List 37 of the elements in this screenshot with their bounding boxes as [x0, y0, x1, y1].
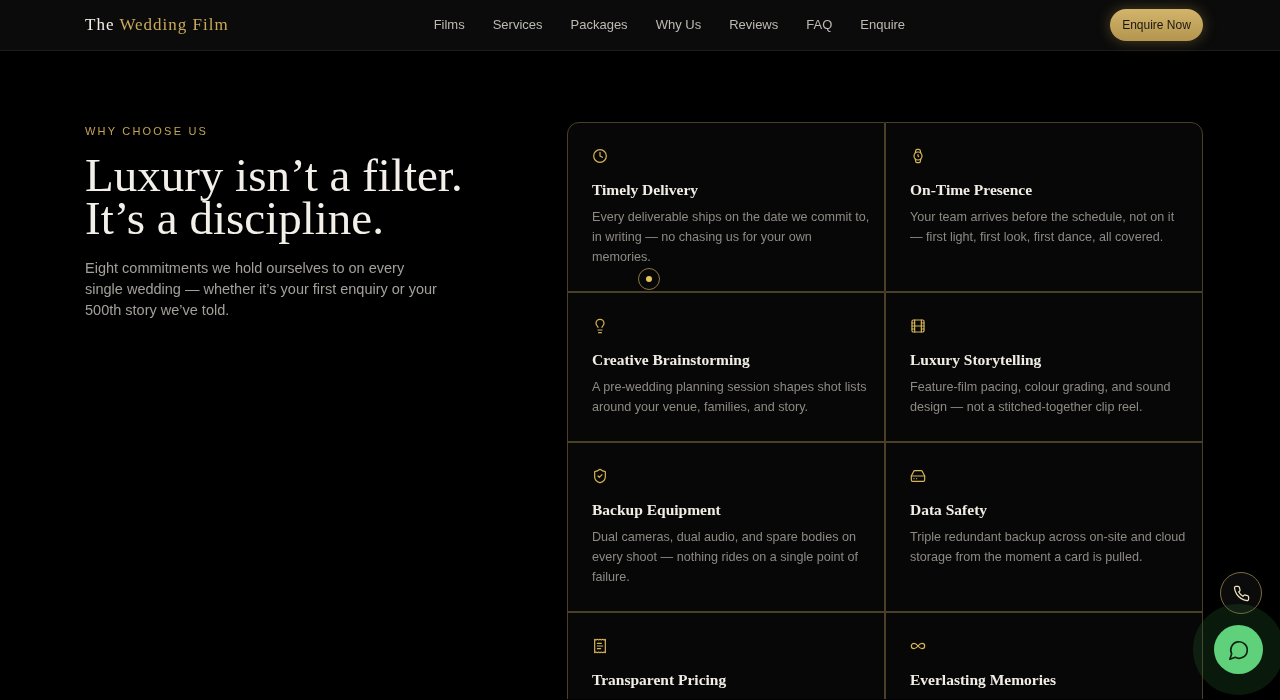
feature-description: Dual cameras, dual audio, and spare bodies on every shoot — nothing rides on a single point of failure. — [592, 529, 860, 586]
hard-drive-icon — [910, 468, 926, 484]
feature-title: Transparent Pricing — [592, 670, 728, 690]
feature-title: Creative Brainstorming — [592, 350, 751, 370]
phone-button[interactable] — [1220, 572, 1262, 614]
receipt-icon — [592, 638, 608, 654]
section-eyebrow: WHY CHOOSE US — [85, 124, 209, 138]
feature-description: Your team arrives before the schedule, not on it — first light, first look, first dance, all covered. — [910, 209, 1176, 246]
feature-title: Luxury Storytelling — [910, 350, 1043, 370]
feature-description: Every deliverable ships on the date we commit to, in writing — no chasing us for your own memories. — [592, 209, 870, 266]
feature-title: Data Safety — [910, 500, 989, 520]
nav-link[interactable]: Why Us — [655, 15, 702, 35]
feature-description: A pre-wedding planning session shapes shot lists around your venue, families, and story. — [592, 379, 868, 416]
feature-description: Feature-film pacing, colour grading, and sound design — not a stitched-together clip reel. — [910, 379, 1172, 416]
chat-bubble-icon — [1227, 638, 1250, 661]
nav-link[interactable]: Services — [492, 15, 543, 35]
clock-icon — [592, 148, 608, 164]
feature-description: Triple redundant backup across on-site and cloud storage from the moment a card is pulled. — [910, 529, 1187, 566]
nav-link[interactable]: Enquire — [860, 15, 906, 35]
chat-button[interactable] — [1214, 625, 1263, 674]
feature-title: Backup Equipment — [592, 500, 722, 520]
enquire-now-button[interactable]: Enquire Now — [1110, 9, 1203, 41]
feature-title: Timely Delivery — [592, 180, 700, 200]
lightbulb-icon — [592, 318, 608, 334]
brand-logo[interactable]: The Wedding Film — [85, 12, 229, 38]
phone-icon — [1232, 584, 1250, 602]
watch-icon — [910, 148, 926, 164]
section-description: Eight commitments we hold ourselves to on every single wedding — whether it’s your first enquiry or your 500th story we’ve told. — [85, 259, 437, 320]
feature-title: On-Time Presence — [910, 180, 1034, 200]
section-heading: Luxury isn’t a filter. It’s a discipline. — [85, 150, 463, 246]
nav-link[interactable]: Packages — [570, 15, 628, 35]
feature-title: Everlasting Memories — [910, 670, 1057, 690]
shield-check-icon — [592, 468, 608, 484]
nav-link[interactable]: Reviews — [729, 15, 779, 35]
film-strip-icon — [910, 318, 926, 334]
nav-link[interactable]: FAQ — [806, 15, 833, 35]
nav-link[interactable]: Films — [433, 15, 465, 35]
